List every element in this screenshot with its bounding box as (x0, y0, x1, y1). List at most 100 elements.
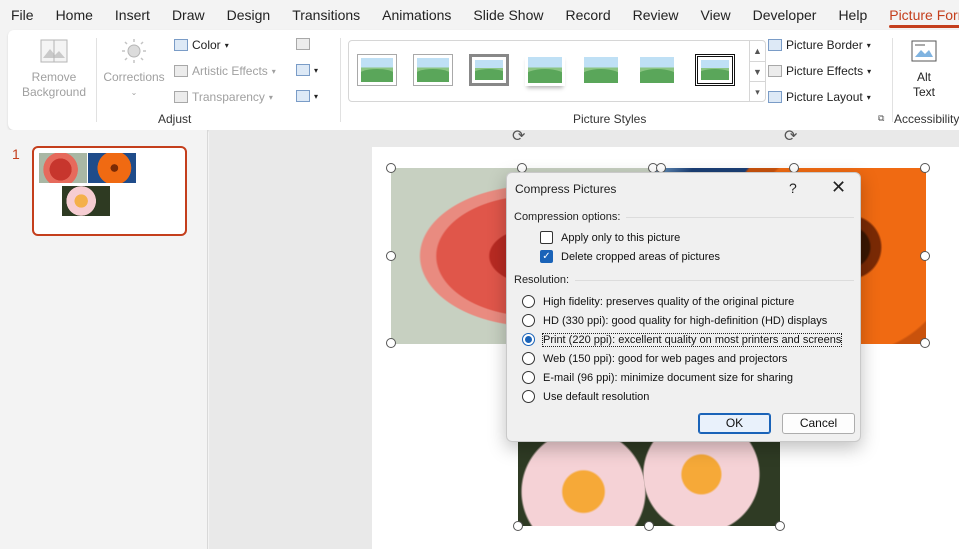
reset-picture-button[interactable]: ▾ (296, 90, 318, 102)
picture-effects-button[interactable]: Picture Effects ▾ (768, 64, 871, 78)
corrections-button[interactable]: Corrections ⌄ (102, 38, 166, 100)
radio-hd-label: HD (330 ppi): good quality for high-defi… (543, 314, 828, 327)
resolution-option-web[interactable]: Web (150 ppi): good for web pages and pr… (522, 352, 787, 365)
gallery-scroll-down-icon[interactable]: ▼ (749, 61, 765, 81)
delete-cropped-checkbox[interactable]: ✓ (540, 250, 553, 263)
remove-background-label-line2: Background (21, 85, 87, 99)
slide-number: 1 (12, 146, 20, 162)
menu-bar: File Home Insert Draw Design Transitions… (0, 0, 959, 30)
color-icon (174, 39, 188, 51)
transparency-label: Transparency (192, 90, 265, 104)
tab-view[interactable]: View (690, 0, 742, 30)
resize-handle[interactable] (513, 521, 523, 531)
tab-design[interactable]: Design (216, 0, 282, 30)
picture-effects-label: Picture Effects (786, 64, 864, 78)
resize-handle[interactable] (386, 163, 396, 173)
alt-text-label-line2: Text (912, 85, 935, 99)
picture-layout-label: Picture Layout (786, 90, 863, 104)
resize-handle[interactable] (920, 163, 930, 173)
transparency-button[interactable]: Transparency ▾ (174, 90, 273, 104)
tab-record[interactable]: Record (554, 0, 621, 30)
tab-picture-format[interactable]: Picture Format (878, 0, 959, 30)
tab-review[interactable]: Review (622, 0, 690, 30)
resize-handle[interactable] (775, 521, 785, 531)
chevron-down-icon: ▾ (268, 92, 273, 102)
rotate-handle-icon[interactable]: ⟳ (784, 126, 797, 146)
resize-handle[interactable] (386, 338, 396, 348)
cancel-button[interactable]: Cancel (782, 413, 855, 434)
picture-style-thumb[interactable] (695, 54, 735, 86)
picture-layout-button[interactable]: Picture Layout ▾ (768, 90, 871, 104)
chevron-down-icon: ▾ (867, 66, 872, 76)
resize-handle[interactable] (920, 338, 930, 348)
slide-thumbnail[interactable] (32, 146, 187, 236)
alt-text-button[interactable]: Alt Text (898, 38, 950, 100)
tab-help[interactable]: Help (827, 0, 878, 30)
picture-style-thumb[interactable] (357, 54, 397, 86)
color-label: Color (192, 38, 221, 52)
resize-handle[interactable] (386, 251, 396, 261)
alt-text-icon (911, 40, 937, 62)
tab-draw[interactable]: Draw (161, 0, 216, 30)
radio-hd[interactable] (522, 314, 535, 327)
gallery-more-icon[interactable]: ▾ (749, 81, 765, 102)
picture-border-button[interactable]: Picture Border ▾ (768, 38, 871, 52)
radio-default[interactable] (522, 390, 535, 403)
accessibility-group-label: Accessibility (894, 112, 959, 126)
dialog-launcher-icon[interactable]: ⧉ (878, 113, 884, 124)
alt-text-label-line1: Alt (916, 70, 931, 84)
radio-web[interactable] (522, 352, 535, 365)
compress-pictures-button[interactable] (296, 38, 310, 50)
ok-button[interactable]: OK (698, 413, 771, 434)
sun-icon (122, 39, 146, 63)
thumb-photo-orange-flower (88, 153, 136, 183)
picture-style-thumb[interactable] (581, 54, 621, 86)
artistic-effects-button[interactable]: Artistic Effects ▾ (174, 64, 276, 78)
help-icon[interactable]: ? (789, 180, 797, 196)
ribbon-separator (96, 38, 97, 122)
resolution-label: Resolution: (514, 274, 570, 286)
tab-home[interactable]: Home (45, 0, 104, 30)
resolution-option-print[interactable]: Print (220 ppi): excellent quality on mo… (522, 332, 843, 347)
picture-style-thumb[interactable] (525, 54, 565, 86)
remove-background-button[interactable]: Remove Background (18, 38, 90, 100)
radio-web-label: Web (150 ppi): good for web pages and pr… (543, 352, 788, 365)
picture-styles-gallery: ▲ ▼ ▾ (348, 40, 766, 102)
change-picture-icon (296, 64, 310, 76)
resolution-option-default[interactable]: Use default resolution (522, 390, 649, 403)
chevron-down-icon: ▾ (866, 92, 871, 102)
picture-style-thumb[interactable] (413, 54, 453, 86)
resize-handle[interactable] (920, 251, 930, 261)
radio-print[interactable] (522, 333, 535, 346)
gallery-scroll-up-icon[interactable]: ▲ (749, 41, 765, 61)
compression-options-section: Compression options: (514, 211, 854, 223)
apply-only-checkbox[interactable] (540, 231, 553, 244)
photo-plumeria[interactable] (518, 440, 780, 526)
ribbon: Remove Background Corrections ⌄ Color ▾ … (8, 30, 959, 130)
tab-file[interactable]: File (0, 0, 45, 30)
tab-developer[interactable]: Developer (742, 0, 828, 30)
chevron-down-icon: ⌄ (130, 88, 138, 97)
ribbon-separator (340, 38, 341, 122)
resize-handle[interactable] (644, 521, 654, 531)
tab-slide-show[interactable]: Slide Show (462, 0, 554, 30)
close-icon[interactable]: ✕ (831, 177, 846, 198)
rotate-handle-icon[interactable]: ⟳ (512, 126, 525, 146)
apply-only-checkbox-row[interactable]: Apply only to this picture (540, 231, 680, 244)
picture-style-thumb[interactable] (469, 54, 509, 86)
ribbon-separator (892, 38, 893, 122)
picture-style-thumb[interactable] (637, 54, 677, 86)
resolution-option-hd[interactable]: HD (330 ppi): good quality for high-defi… (522, 314, 827, 327)
tab-transitions[interactable]: Transitions (281, 0, 371, 30)
resolution-option-high-fidelity[interactable]: High fidelity: preserves quality of the … (522, 295, 794, 308)
picture-layout-icon (768, 91, 782, 103)
compression-options-label: Compression options: (514, 211, 621, 223)
resolution-option-email[interactable]: E-mail (96 ppi): minimize document size … (522, 371, 793, 384)
delete-cropped-checkbox-row[interactable]: ✓ Delete cropped areas of pictures (540, 250, 720, 263)
radio-email[interactable] (522, 371, 535, 384)
color-button[interactable]: Color ▾ (174, 38, 229, 52)
radio-high-fidelity[interactable] (522, 295, 535, 308)
tab-animations[interactable]: Animations (371, 0, 462, 30)
tab-insert[interactable]: Insert (104, 0, 161, 30)
change-picture-button[interactable]: ▾ (296, 64, 318, 76)
